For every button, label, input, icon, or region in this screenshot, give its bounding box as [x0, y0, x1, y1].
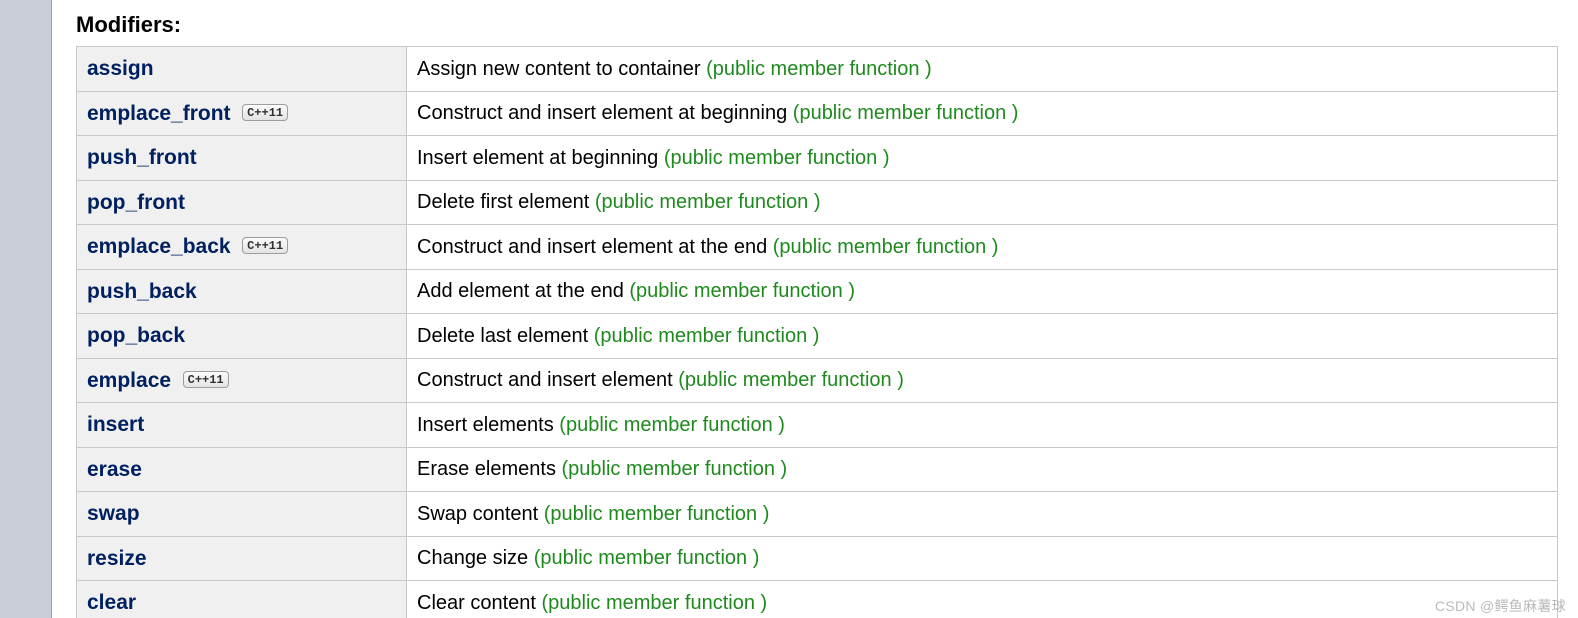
function-name-cell: emplace_back C++11 [77, 225, 407, 270]
function-meta: (public member function ) [559, 414, 785, 436]
function-link-emplace[interactable]: emplace [87, 369, 171, 392]
function-meta: (public member function ) [544, 503, 770, 525]
function-meta: (public member function ) [678, 369, 904, 391]
cpp11-badge: C++11 [242, 237, 288, 254]
function-link-clear[interactable]: clear [87, 591, 136, 614]
function-desc-cell: Insert elements (public member function … [407, 403, 1558, 448]
function-desc: Swap content [417, 503, 544, 525]
function-link-erase[interactable]: erase [87, 458, 142, 481]
function-name-cell: emplace C++11 [77, 358, 407, 403]
function-desc: Insert element at beginning [417, 147, 664, 169]
table-row: erase Erase elements (public member func… [77, 447, 1558, 492]
function-desc: Change size [417, 547, 534, 569]
function-desc-cell: Construct and insert element at the end … [407, 225, 1558, 270]
function-desc: Insert elements [417, 414, 559, 436]
function-desc: Construct and insert element at the end [417, 236, 773, 258]
table-row: pop_back Delete last element (public mem… [77, 314, 1558, 359]
cpp11-badge: C++11 [242, 104, 288, 121]
function-desc: Construct and insert element [417, 369, 678, 391]
function-name-cell: pop_front [77, 180, 407, 225]
function-link-pop-back[interactable]: pop_back [87, 324, 185, 347]
function-name-cell: assign [77, 47, 407, 92]
section-title-text: Modifiers [76, 12, 174, 37]
function-name-cell: clear [77, 581, 407, 618]
function-meta: (public member function ) [594, 325, 820, 347]
function-desc-cell: Delete first element (public member func… [407, 180, 1558, 225]
function-desc: Erase elements [417, 458, 562, 480]
function-link-assign[interactable]: assign [87, 57, 154, 80]
function-meta: (public member function ) [595, 191, 821, 213]
function-desc-cell: Insert element at beginning (public memb… [407, 136, 1558, 181]
left-gutter [0, 0, 52, 618]
table-row: swap Swap content (public member functio… [77, 492, 1558, 537]
function-desc-cell: Erase elements (public member function ) [407, 447, 1558, 492]
function-meta: (public member function ) [706, 58, 932, 80]
section-title: Modifiers: [76, 12, 1558, 38]
table-row: clear Clear content (public member funct… [77, 581, 1558, 618]
function-meta: (public member function ) [773, 236, 999, 258]
function-desc-cell: Delete last element (public member funct… [407, 314, 1558, 359]
function-desc-cell: Assign new content to container (public … [407, 47, 1558, 92]
function-name-cell: insert [77, 403, 407, 448]
function-desc: Assign new content to container [417, 58, 706, 80]
function-name-cell: swap [77, 492, 407, 537]
function-link-insert[interactable]: insert [87, 413, 144, 436]
section-title-suffix: : [174, 12, 181, 37]
function-desc: Add element at the end [417, 280, 629, 302]
function-link-push-back[interactable]: push_back [87, 280, 197, 303]
cpp11-badge: C++11 [183, 371, 229, 388]
function-desc-cell: Clear content (public member function ) [407, 581, 1558, 618]
function-desc-cell: Construct and insert element at beginnin… [407, 91, 1558, 136]
watermark: CSDN @鳄鱼麻薯球 [1435, 596, 1566, 616]
table-row: emplace_front C++11 Construct and insert… [77, 91, 1558, 136]
function-name-cell: push_front [77, 136, 407, 181]
function-desc-cell: Change size (public member function ) [407, 536, 1558, 581]
function-link-pop-front[interactable]: pop_front [87, 191, 185, 214]
function-desc-cell: Swap content (public member function ) [407, 492, 1558, 537]
function-link-emplace-front[interactable]: emplace_front [87, 102, 231, 125]
function-desc: Construct and insert element at beginnin… [417, 102, 793, 124]
table-row: pop_front Delete first element (public m… [77, 180, 1558, 225]
function-name-cell: push_back [77, 269, 407, 314]
function-meta: (public member function ) [664, 147, 890, 169]
function-desc-cell: Add element at the end (public member fu… [407, 269, 1558, 314]
function-meta: (public member function ) [793, 102, 1019, 124]
function-link-emplace-back[interactable]: emplace_back [87, 235, 231, 258]
function-meta: (public member function ) [542, 592, 768, 614]
function-link-push-front[interactable]: push_front [87, 146, 197, 169]
function-name-cell: erase [77, 447, 407, 492]
table-row: assign Assign new content to container (… [77, 47, 1558, 92]
table-row: insert Insert elements (public member fu… [77, 403, 1558, 448]
function-link-resize[interactable]: resize [87, 547, 147, 570]
page: Modifiers: assign Assign new content to … [0, 0, 1578, 618]
table-row: push_front Insert element at beginning (… [77, 136, 1558, 181]
table-row: emplace C++11 Construct and insert eleme… [77, 358, 1558, 403]
function-desc: Delete last element [417, 325, 594, 347]
modifiers-table: assign Assign new content to container (… [76, 46, 1558, 618]
function-desc: Clear content [417, 592, 542, 614]
function-name-cell: pop_back [77, 314, 407, 359]
table-row: resize Change size (public member functi… [77, 536, 1558, 581]
function-meta: (public member function ) [629, 280, 855, 302]
function-name-cell: resize [77, 536, 407, 581]
function-name-cell: emplace_front C++11 [77, 91, 407, 136]
function-desc-cell: Construct and insert element (public mem… [407, 358, 1558, 403]
function-meta: (public member function ) [534, 547, 760, 569]
table-row: emplace_back C++11 Construct and insert … [77, 225, 1558, 270]
function-meta: (public member function ) [562, 458, 788, 480]
function-desc: Delete first element [417, 191, 595, 213]
table-row: push_back Add element at the end (public… [77, 269, 1558, 314]
content-area: Modifiers: assign Assign new content to … [52, 0, 1578, 618]
function-link-swap[interactable]: swap [87, 502, 140, 525]
